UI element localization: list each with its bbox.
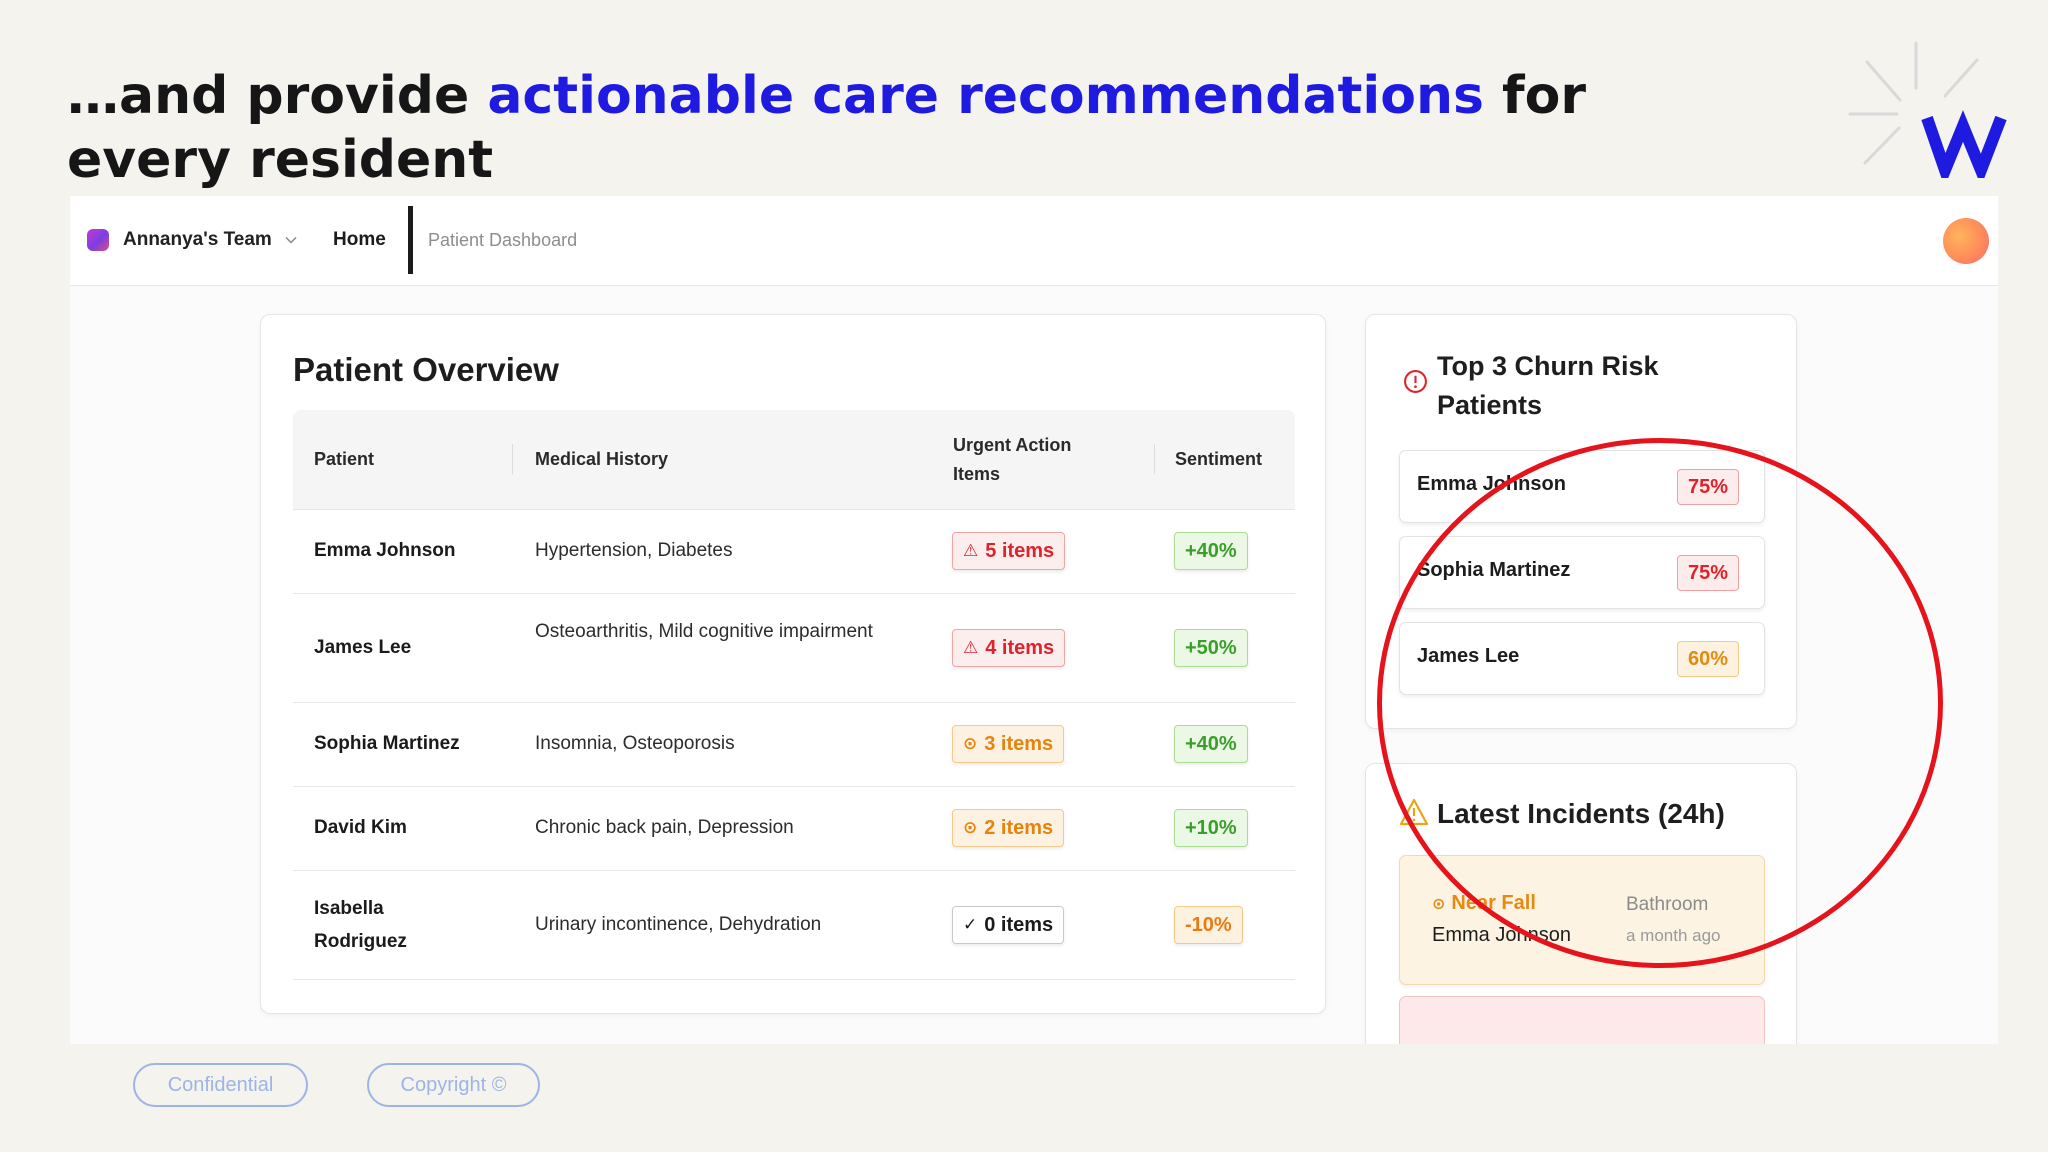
urgent-items-count: 3 items	[984, 732, 1054, 755]
warning-triangle-icon: ⚠	[963, 541, 979, 560]
highlight-circle	[1377, 438, 1943, 968]
table-row[interactable]: Isabella Rodriguez Urinary incontinence,…	[293, 871, 1295, 980]
column-header-medical-history[interactable]: Medical History	[535, 445, 668, 474]
urgent-items-count: 2 items	[984, 816, 1054, 839]
urgent-items-count: 4 items	[985, 636, 1055, 659]
sentiment-badge: -10%	[1174, 906, 1243, 944]
churn-risk-title: Top 3 Churn Risk Patients	[1437, 351, 1659, 420]
slide-headline: …and provide actionable care recommendat…	[67, 64, 1627, 192]
sentiment-badge: +50%	[1174, 629, 1248, 667]
urgent-items-badge[interactable]: ⚠ 5 items	[952, 532, 1066, 570]
urgent-items-badge[interactable]: ✓ 0 items	[952, 906, 1065, 944]
team-switcher[interactable]: Annanya's Team	[87, 229, 298, 251]
patient-overview-title: Patient Overview	[293, 351, 559, 388]
patient-name: David Kim	[314, 817, 407, 838]
alert-circle-icon: ⊙	[963, 734, 978, 753]
table-row[interactable]: James Lee Osteoarthritis, Mild cognitive…	[293, 594, 1295, 703]
patient-name: Sophia Martinez	[314, 733, 460, 754]
patient-overview-card: Patient Overview Patient Medical History…	[260, 314, 1326, 1014]
table-row[interactable]: Sophia Martinez Insomnia, Osteoporosis ⊙…	[293, 703, 1295, 787]
user-avatar[interactable]	[1943, 218, 1989, 264]
urgent-items-badge[interactable]: ⊙ 2 items	[952, 809, 1065, 847]
brand-logo-icon	[1848, 41, 2007, 178]
alert-circle-icon	[1404, 370, 1427, 393]
confidential-label: Confidential	[133, 1063, 308, 1107]
sentiment-badge: +40%	[1174, 532, 1248, 570]
medical-history: Urinary incontinence, Dehydration	[535, 914, 822, 935]
urgent-items-count: 0 items	[984, 913, 1054, 936]
active-nav-indicator	[408, 206, 413, 274]
team-name: Annanya's Team	[123, 229, 272, 250]
column-header-patient[interactable]: Patient	[314, 445, 374, 474]
top-navigation-bar: Annanya's Team Home Patient Dashboard	[70, 196, 1998, 286]
nav-patient-dashboard-link[interactable]: Patient Dashboard	[428, 230, 577, 251]
sentiment-badge: +10%	[1174, 809, 1248, 847]
medical-history: Insomnia, Osteoporosis	[535, 733, 735, 754]
patient-name: Emma Johnson	[314, 540, 456, 561]
urgent-items-badge[interactable]: ⊙ 3 items	[952, 725, 1065, 763]
column-header-sentiment[interactable]: Sentiment	[1175, 445, 1262, 474]
check-icon: ✓	[963, 915, 978, 934]
app-window: Annanya's Team Home Patient Dashboard Pa…	[70, 196, 1998, 1044]
medical-history: Chronic back pain, Depression	[535, 817, 794, 838]
alert-circle-icon: ⊙	[963, 818, 978, 837]
urgent-items-count: 5 items	[985, 539, 1055, 562]
column-header-urgent-action-items[interactable]: Urgent Action Items	[953, 431, 1093, 489]
sentiment-badge: +40%	[1174, 725, 1248, 763]
headline-accent: actionable care recommendations	[487, 66, 1484, 126]
team-avatar-icon	[87, 229, 109, 251]
chevron-down-icon	[285, 236, 297, 244]
patient-name: Isabella Rodriguez	[314, 898, 407, 952]
patient-table: Patient Medical History Urgent Action It…	[293, 410, 1295, 980]
medical-history: Osteoarthritis, Mild cognitive impairmen…	[535, 621, 873, 642]
copyright-label: Copyright ©	[367, 1063, 540, 1107]
medical-history: Hypertension, Diabetes	[535, 540, 733, 561]
patient-name: James Lee	[314, 637, 412, 658]
table-row[interactable]: David Kim Chronic back pain, Depression …	[293, 787, 1295, 871]
table-row[interactable]: Emma Johnson Hypertension, Diabetes ⚠ 5 i…	[293, 510, 1295, 594]
warning-triangle-icon: ⚠	[963, 638, 979, 657]
alert-circle-icon: ⊙	[1432, 896, 1446, 913]
urgent-items-badge[interactable]: ⚠ 4 items	[952, 629, 1066, 667]
table-header: Patient Medical History Urgent Action It…	[293, 410, 1295, 510]
column-divider	[512, 444, 513, 474]
nav-home-link[interactable]: Home	[333, 229, 386, 251]
column-divider	[1154, 444, 1155, 474]
headline-before: …and provide	[67, 66, 488, 126]
incident-item[interactable]	[1399, 996, 1765, 1044]
